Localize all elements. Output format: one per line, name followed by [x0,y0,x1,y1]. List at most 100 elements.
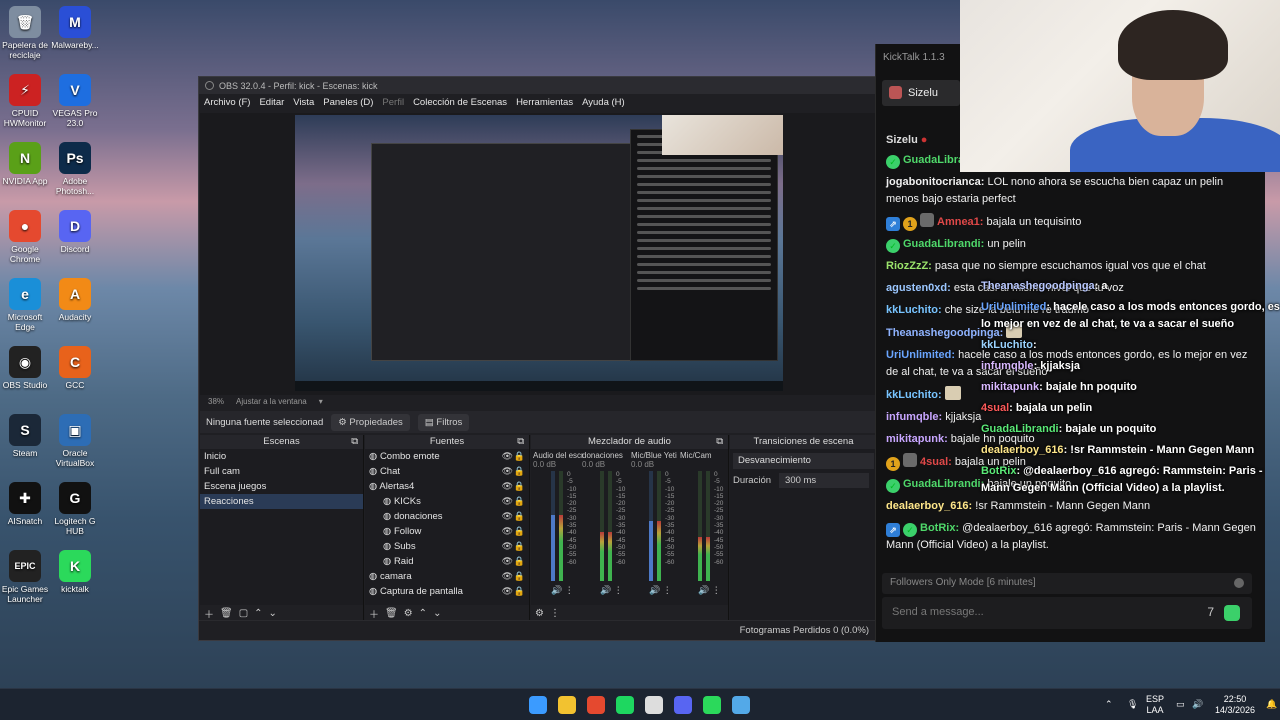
desktop-icon[interactable]: ✚ AISnatch [0,482,52,526]
menu-item[interactable]: Editar [259,97,284,108]
chevron-up-icon[interactable]: ⌃ [1105,699,1113,710]
menu-item[interactable]: Paneles (D) [323,97,373,108]
chat-message[interactable]: dealaerboy_616: !sr Rammstein - Mann Geg… [886,498,1258,515]
remove-source-icon[interactable]: 🗑 [385,608,398,619]
chat-username[interactable]: infumqble: [886,411,942,423]
chat-username[interactable]: mikitapunk: [886,433,948,445]
desktop-icon[interactable]: G Logitech G HUB [48,482,102,536]
source-item[interactable]: ◍ Follow 👁 🔒 [365,524,529,539]
chat-username[interactable]: agusten0xd: [886,282,951,294]
desktop-icon[interactable]: e Microsoft Edge [0,278,52,332]
file-explorer-icon[interactable] [558,696,576,714]
source-item[interactable]: ◍ Raid 👁 🔒 [365,554,529,569]
visibility-eye-icon[interactable]: 👁 [502,449,513,464]
desktop-icon[interactable]: Ps Adobe Photosh... [48,142,102,196]
dock-menu-icon[interactable]: ⧉ [351,435,358,449]
speaker-icon[interactable]: 🔊 ⋮ [698,585,721,596]
visibility-eye-icon[interactable]: 👁 [502,464,513,479]
scene-item[interactable]: Escena juegos [200,479,363,494]
chat-message[interactable]: mikitapunk: bajale hn poquito [886,431,1258,448]
language-indicator[interactable]: ESP LAA [1146,694,1164,716]
scene-item[interactable]: Inicio [200,449,363,464]
speaker-icon[interactable]: 🔊 ⋮ [551,585,574,596]
lock-icon[interactable]: 🔒 [514,584,525,599]
gear-icon[interactable]: ⚙ [404,608,413,619]
clock[interactable]: 22:50 14/3/2026 [1212,694,1258,716]
chat-message[interactable]: RiozZzZ: pasa que no siempre escuchamos … [886,258,1258,275]
speaker-icon[interactable]: 🔊 ⋮ [600,585,623,596]
transition-select[interactable]: Desvanecimiento [733,453,874,469]
chat-username[interactable]: BotRix: [920,522,959,534]
lock-icon[interactable]: 🔒 [514,464,525,479]
chat-username[interactable]: kkLuchito: [886,304,942,316]
scene-item[interactable]: Reacciones [200,494,363,509]
fit-to-window[interactable]: Ajustar a la ventana [236,397,307,406]
spotify-icon[interactable] [616,696,634,714]
desktop-icon[interactable]: ⚡ CPUID HWMonitor [0,74,52,128]
lock-icon[interactable]: 🔒 [514,509,525,524]
desktop-icon[interactable]: D Discord [48,210,102,254]
menu-item[interactable]: Colección de Escenas [413,97,507,108]
mic-icon[interactable]: 🎙 [1127,699,1138,710]
chat-username[interactable]: UriUnlimited: [886,349,955,361]
desktop-icon[interactable]: EPIC Epic Games Launcher [0,550,52,604]
chat-message[interactable]: agusten0xd: esta casi al mismo nivel que… [886,280,1258,297]
visibility-eye-icon[interactable]: 👁 [502,569,513,584]
desktop-icon[interactable]: A Audacity [48,278,102,322]
move-up-icon[interactable]: ⌃ [254,608,262,619]
channel-tab[interactable]: Sizelu [882,80,960,106]
source-item[interactable]: ◍ Captura de pantalla 👁 🔒 [365,584,529,599]
visibility-eye-icon[interactable]: 👁 [502,584,513,599]
message-input[interactable]: Send a message... 7 [882,597,1252,629]
obs-icon[interactable] [645,696,663,714]
source-item[interactable]: ◍ Alertas4 👁 🔒 [365,479,529,494]
lock-icon[interactable]: 🔒 [514,539,525,554]
visibility-eye-icon[interactable]: 👁 [502,479,513,494]
gear-icon[interactable]: ⚙ [535,608,544,619]
notification-icon[interactable]: 🔔 [1266,699,1277,710]
lock-icon[interactable]: 🔒 [514,524,525,539]
chat-message[interactable]: ✓ GuadaLibrandi: un pelin [886,236,1258,253]
emote-picker-icon[interactable] [1224,605,1240,621]
menu-item[interactable]: Herramientas [516,97,573,108]
emote-7tv-icon[interactable]: 7 [1207,605,1214,619]
chat-username[interactable]: jogabonitocrianca: [886,176,984,188]
info-icon[interactable] [1234,578,1244,588]
source-item[interactable]: ◍ Combo emote 👁 🔒 [365,449,529,464]
chat-username[interactable]: 4sual: [920,456,952,468]
chat-message[interactable]: ⇗ ✓ BotRix: @dealaerboy_616 agregó: Rammst… [886,520,1258,554]
menu-item[interactable]: Ayuda (H) [582,97,625,108]
visibility-eye-icon[interactable]: 👁 [502,494,513,509]
visibility-eye-icon[interactable]: 👁 [502,554,513,569]
desktop-icon[interactable]: V VEGAS Pro 23.0 [48,74,102,128]
move-down-icon[interactable]: ⌄ [269,608,277,619]
visibility-eye-icon[interactable]: 👁 [502,539,513,554]
chat-username[interactable]: RiozZzZ: [886,260,932,272]
zoom-level[interactable]: 38% [208,397,224,406]
chat-username[interactable]: Amnea1: [937,216,983,228]
chat-username[interactable]: GuadaLibrandi: [903,238,984,250]
discord-icon[interactable] [674,696,692,714]
menu-item[interactable]: Vista [293,97,314,108]
chat-username[interactable]: Theanashegoodpinga: [886,327,1003,339]
stream-preview[interactable] [295,115,783,391]
source-item[interactable]: ◍ Chat 👁 🔒 [365,464,529,479]
duration-field[interactable]: 300 ms [779,473,870,488]
lock-icon[interactable]: 🔒 [514,479,525,494]
visibility-eye-icon[interactable]: 👁 [502,509,513,524]
chat-message[interactable]: infumqble: kjjaksja [886,409,1258,426]
chat-message[interactable]: ⇗ 1 Amnea1: bajala un tequisinto [886,213,1258,231]
desktop-icon[interactable]: ▣ Oracle VirtualBox [48,414,102,468]
remove-scene-icon[interactable]: 🗑 [220,608,233,619]
desktop-icon[interactable]: M Malwareby... [48,6,102,50]
chat-message[interactable]: kkLuchito: che size la belu me re traumo [886,302,1258,319]
desktop-icon[interactable]: S Steam [0,414,52,458]
desktop-icon[interactable]: Kkicktalk [48,550,102,594]
chat-message[interactable]: jogabonitocrianca: LOL nono ahora se esc… [886,174,1258,208]
filters-button[interactable]: ▤ Filtros [417,413,470,431]
windows-start-icon[interactable] [529,696,547,714]
dock-menu-icon[interactable]: ⧉ [517,435,524,449]
lock-icon[interactable]: 🔒 [514,494,525,509]
chat-message[interactable]: Theanashegoodpinga: [886,324,1258,342]
source-item[interactable]: ◍ Subs 👁 🔒 [365,539,529,554]
